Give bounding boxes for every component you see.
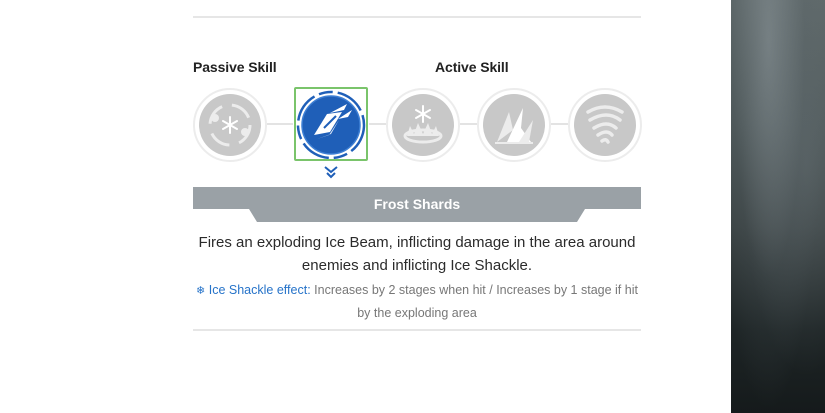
skill-slot-ice-spikes[interactable] [477, 88, 551, 162]
active-skill-label: Active Skill [435, 59, 509, 75]
skill-connector [460, 123, 477, 125]
skill-slot-frost-tornado[interactable] [568, 88, 642, 162]
skill-slot-passive[interactable] [193, 88, 267, 162]
effect-text: Increases by 2 stages when hit / Increas… [314, 283, 638, 320]
ice-crown-snowflake-icon [403, 105, 443, 144]
ice-spikes-icon [495, 108, 533, 144]
passive-skill-label: Passive Skill [193, 59, 277, 75]
skill-name: Frost Shards [373, 196, 461, 212]
selection-frame [294, 87, 368, 161]
skill-slot-ice-crown[interactable] [386, 88, 460, 162]
passive-orbit-snowflake-icon [208, 103, 252, 147]
skill-effect: ❄ Ice Shackle effect: Increases by 2 sta… [193, 279, 641, 324]
effect-name: Ice Shackle effect: [208, 283, 311, 297]
skill-connector [267, 123, 293, 125]
chevron-down-icon [324, 166, 338, 179]
background-scenery-image [731, 0, 825, 413]
frost-tornado-icon [586, 105, 624, 144]
top-divider [193, 16, 641, 18]
skill-panel: Passive Skill Active Skill Frost Shards … [0, 0, 731, 413]
skill-connector [551, 123, 568, 125]
skill-connector [369, 123, 386, 125]
skill-description: Fires an exploding Ice Beam, inflicting … [198, 234, 636, 274]
bottom-divider [193, 329, 641, 331]
snowflake-icon: ❄ [196, 285, 206, 297]
